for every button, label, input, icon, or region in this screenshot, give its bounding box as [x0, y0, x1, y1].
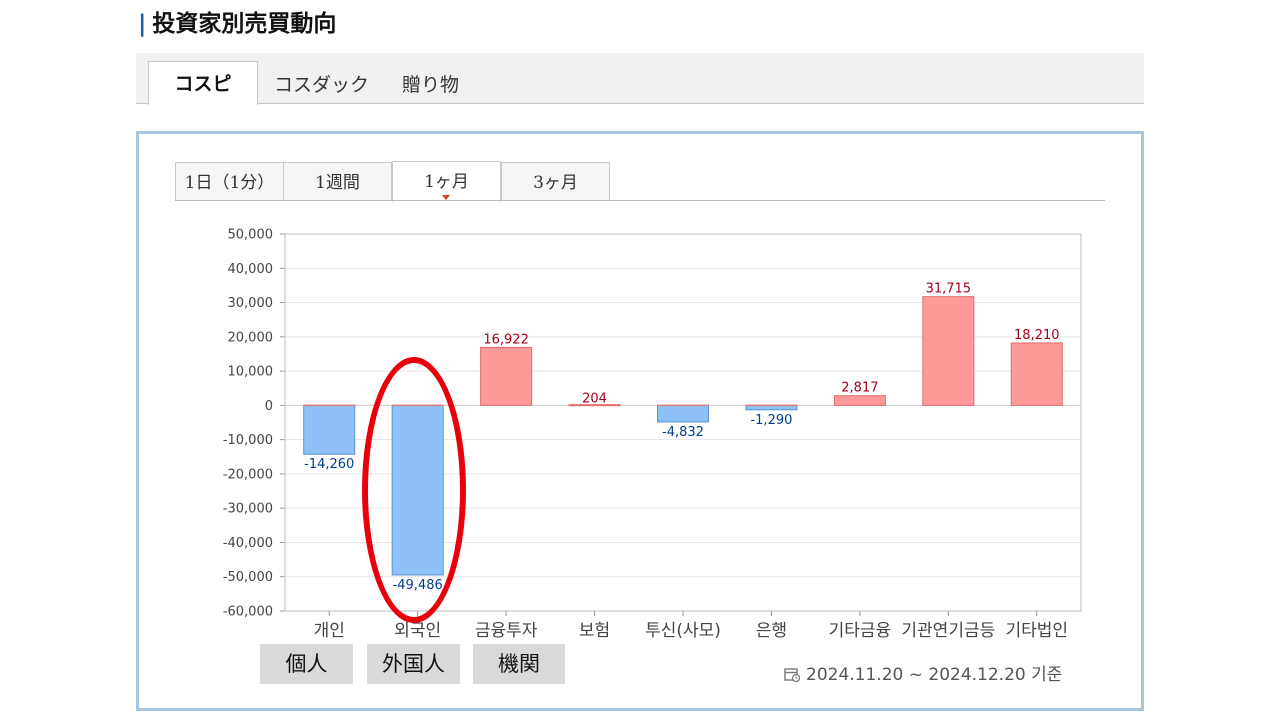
- y-tick-label: 20,000: [228, 330, 274, 345]
- bar: [657, 404, 709, 423]
- bar-chart: 50,000 40,000 30,000 20,000 10,000 0 -10,000 -2…: [223, 228, 1082, 641]
- y-tick-label: 40,000: [228, 262, 274, 277]
- data-label: 204: [582, 391, 607, 406]
- y-tick-label: 10,000: [228, 365, 274, 380]
- x-tick-label: 기타법인: [1005, 621, 1068, 641]
- data-label: 18,210: [1014, 328, 1060, 343]
- data-label: -4,832: [662, 425, 704, 440]
- y-tick-label: -40,000: [223, 536, 273, 551]
- y-tick-label: -50,000: [223, 570, 273, 585]
- jp-label-institution: 機関: [473, 644, 565, 684]
- jp-label-foreigner: 外国人: [367, 644, 460, 684]
- y-tick-label: -20,000: [223, 467, 273, 482]
- data-label: 2,817: [841, 381, 878, 396]
- x-tick-label: 보험: [579, 621, 610, 641]
- y-tick-label: -10,000: [223, 433, 273, 448]
- data-label: 31,715: [926, 282, 972, 297]
- highlight-oval: [362, 357, 466, 623]
- bar: [1010, 342, 1063, 406]
- y-tick-label: 50,000: [228, 228, 274, 243]
- jp-label-individual: 個人: [260, 644, 353, 684]
- bar: [833, 395, 886, 406]
- bar: [480, 346, 533, 406]
- x-tick-label: 개인: [314, 621, 345, 641]
- date-range-footnote: 2024.11.20 ~ 2024.12.20 기준: [784, 660, 1062, 685]
- data-label: -1,290: [750, 413, 792, 428]
- bar: [922, 296, 975, 406]
- date-range-text: 2024.11.20 ~ 2024.12.20 기준: [806, 665, 1063, 685]
- x-tick-label: 외국인: [394, 621, 441, 641]
- x-tick-label: 기타금융: [829, 621, 892, 641]
- data-label: 16,922: [483, 332, 529, 347]
- x-tick-label: 기관연기금등: [901, 621, 995, 641]
- data-label: -14,260: [304, 457, 354, 472]
- x-tick-label: 은행: [756, 621, 787, 641]
- bar: [303, 404, 356, 455]
- x-tick-label: 투신(사모): [645, 621, 721, 641]
- y-tick-label: 0: [265, 399, 273, 414]
- calendar-icon: [784, 668, 800, 682]
- y-tick-label: -30,000: [223, 502, 273, 517]
- y-tick-label: 30,000: [228, 296, 274, 311]
- x-tick-label: 금융투자: [475, 621, 538, 641]
- y-tick-label: -60,000: [223, 605, 273, 620]
